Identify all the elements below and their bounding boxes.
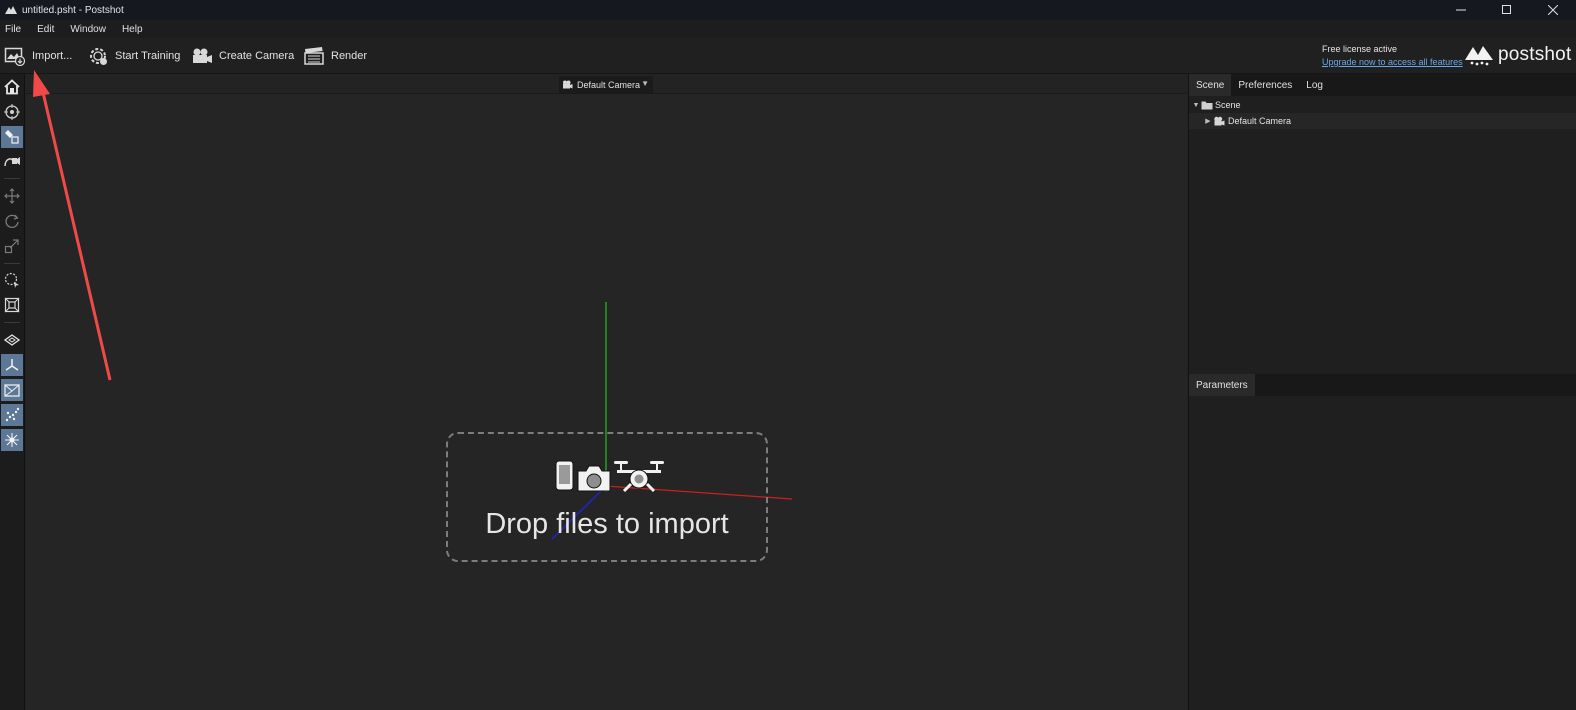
window-title: untitled.psht - Postshot (22, 4, 124, 16)
clapperboard-icon (302, 45, 326, 67)
start-training-label: Start Training (115, 50, 181, 62)
world-axes-gizmo (551, 302, 793, 540)
import-icon (3, 45, 27, 67)
parameters-panel-body (1189, 396, 1576, 710)
splat-icon (5, 433, 19, 447)
tab-parameters[interactable]: Parameters (1189, 374, 1255, 396)
collapse-arrow-icon[interactable]: ▶ (1203, 117, 1213, 125)
folder-icon (1201, 101, 1213, 110)
menu-bar: File Edit Window Help (0, 20, 1576, 38)
brand-name: postshot (1498, 44, 1572, 65)
postshot-brand: postshot (1464, 43, 1571, 67)
move-icon (4, 188, 20, 204)
box-select-button[interactable] (1, 294, 23, 316)
postshot-logo-icon (1465, 46, 1493, 66)
axes-icon (5, 359, 19, 371)
maximize-button[interactable] (1484, 0, 1530, 20)
scene-panel-tabs: Scene Preferences Log (1189, 74, 1576, 96)
tab-log[interactable]: Log (1299, 74, 1330, 96)
grid-plane-icon (4, 334, 20, 346)
window-controls (1438, 0, 1576, 20)
parameters-panel-tabs: Parameters (1189, 374, 1576, 396)
render-label: Render (331, 50, 368, 62)
tree-item-scene[interactable]: ▼ Scene (1189, 97, 1576, 113)
create-camera-label: Create Camera (219, 50, 295, 62)
tree-item-default-camera[interactable]: ▶ Default Camera (1189, 113, 1576, 129)
home-button[interactable] (1, 76, 23, 98)
points-icon (5, 407, 20, 422)
scale-button[interactable] (1, 235, 23, 257)
menu-edit[interactable]: Edit (32, 24, 59, 35)
home-icon (4, 79, 20, 95)
menu-window[interactable]: Window (65, 24, 111, 35)
license-info: Free license active Upgrade now to acces… (1322, 44, 1463, 67)
select-splat-button[interactable] (1, 126, 23, 148)
drone-icon (614, 461, 664, 492)
lasso-select-icon (4, 272, 19, 288)
phone-icon (555, 460, 574, 491)
fly-camera-icon (4, 157, 20, 167)
fly-camera-button[interactable] (1, 151, 23, 173)
drop-files-text: Drop files to import (485, 508, 729, 540)
maximize-icon (1502, 5, 1511, 14)
right-panel: Scene Preferences Log ▼ Scene ▶ Default … (1188, 74, 1576, 710)
render-button[interactable]: Render (302, 44, 367, 68)
menu-file[interactable]: File (0, 24, 26, 35)
left-tool-strip (0, 74, 25, 710)
orbit-icon (4, 104, 20, 120)
camera-icon (577, 465, 611, 492)
minimize-button[interactable] (1438, 0, 1484, 20)
create-camera-button[interactable]: Create Camera (190, 44, 294, 68)
close-button[interactable] (1530, 0, 1576, 20)
select-splat-icon (5, 130, 19, 144)
splat-button[interactable] (1, 429, 23, 451)
close-icon (1548, 5, 1558, 15)
rotate-button[interactable] (1, 210, 23, 232)
box-select-icon (4, 297, 20, 313)
tab-preferences[interactable]: Preferences (1231, 74, 1299, 96)
orbit-button[interactable] (1, 101, 23, 123)
movie-camera-icon (1214, 116, 1225, 126)
tree-item-default-camera-label: Default Camera (1228, 116, 1292, 126)
drop-icons (554, 460, 666, 492)
import-label: Import... (32, 50, 73, 62)
points-button[interactable] (1, 404, 23, 426)
postshot-app-icon (4, 3, 18, 17)
tree-item-scene-label: Scene (1215, 100, 1241, 110)
move-button[interactable] (1, 185, 23, 207)
movie-camera-icon (190, 45, 214, 67)
grid-plane-button[interactable] (1, 329, 23, 351)
camera-frustum-icon (4, 384, 20, 397)
camera-frustum-button[interactable] (1, 379, 23, 401)
license-status: Free license active (1322, 44, 1398, 54)
rotate-icon (5, 214, 19, 228)
expand-arrow-icon[interactable]: ▼ (1191, 102, 1201, 109)
scale-icon (4, 239, 19, 254)
import-button[interactable]: Import... (3, 44, 72, 68)
tab-scene[interactable]: Scene (1189, 74, 1232, 96)
drop-zone[interactable]: Drop files to import (446, 432, 768, 562)
lasso-select-button[interactable] (1, 269, 23, 291)
menu-help[interactable]: Help (117, 24, 148, 35)
axes-button[interactable] (1, 354, 23, 376)
title-bar: untitled.psht - Postshot (0, 0, 1576, 20)
minimize-icon (1456, 9, 1466, 11)
scene-tree: ▼ Scene ▶ Default Camera (1189, 97, 1576, 129)
start-training-button[interactable]: Start Training (86, 44, 180, 68)
upgrade-link[interactable]: Upgrade now to access all features (1322, 57, 1463, 67)
3d-viewport[interactable]: Default Camera ▼ Drop files to import (26, 74, 1187, 710)
training-gear-icon (86, 45, 110, 67)
